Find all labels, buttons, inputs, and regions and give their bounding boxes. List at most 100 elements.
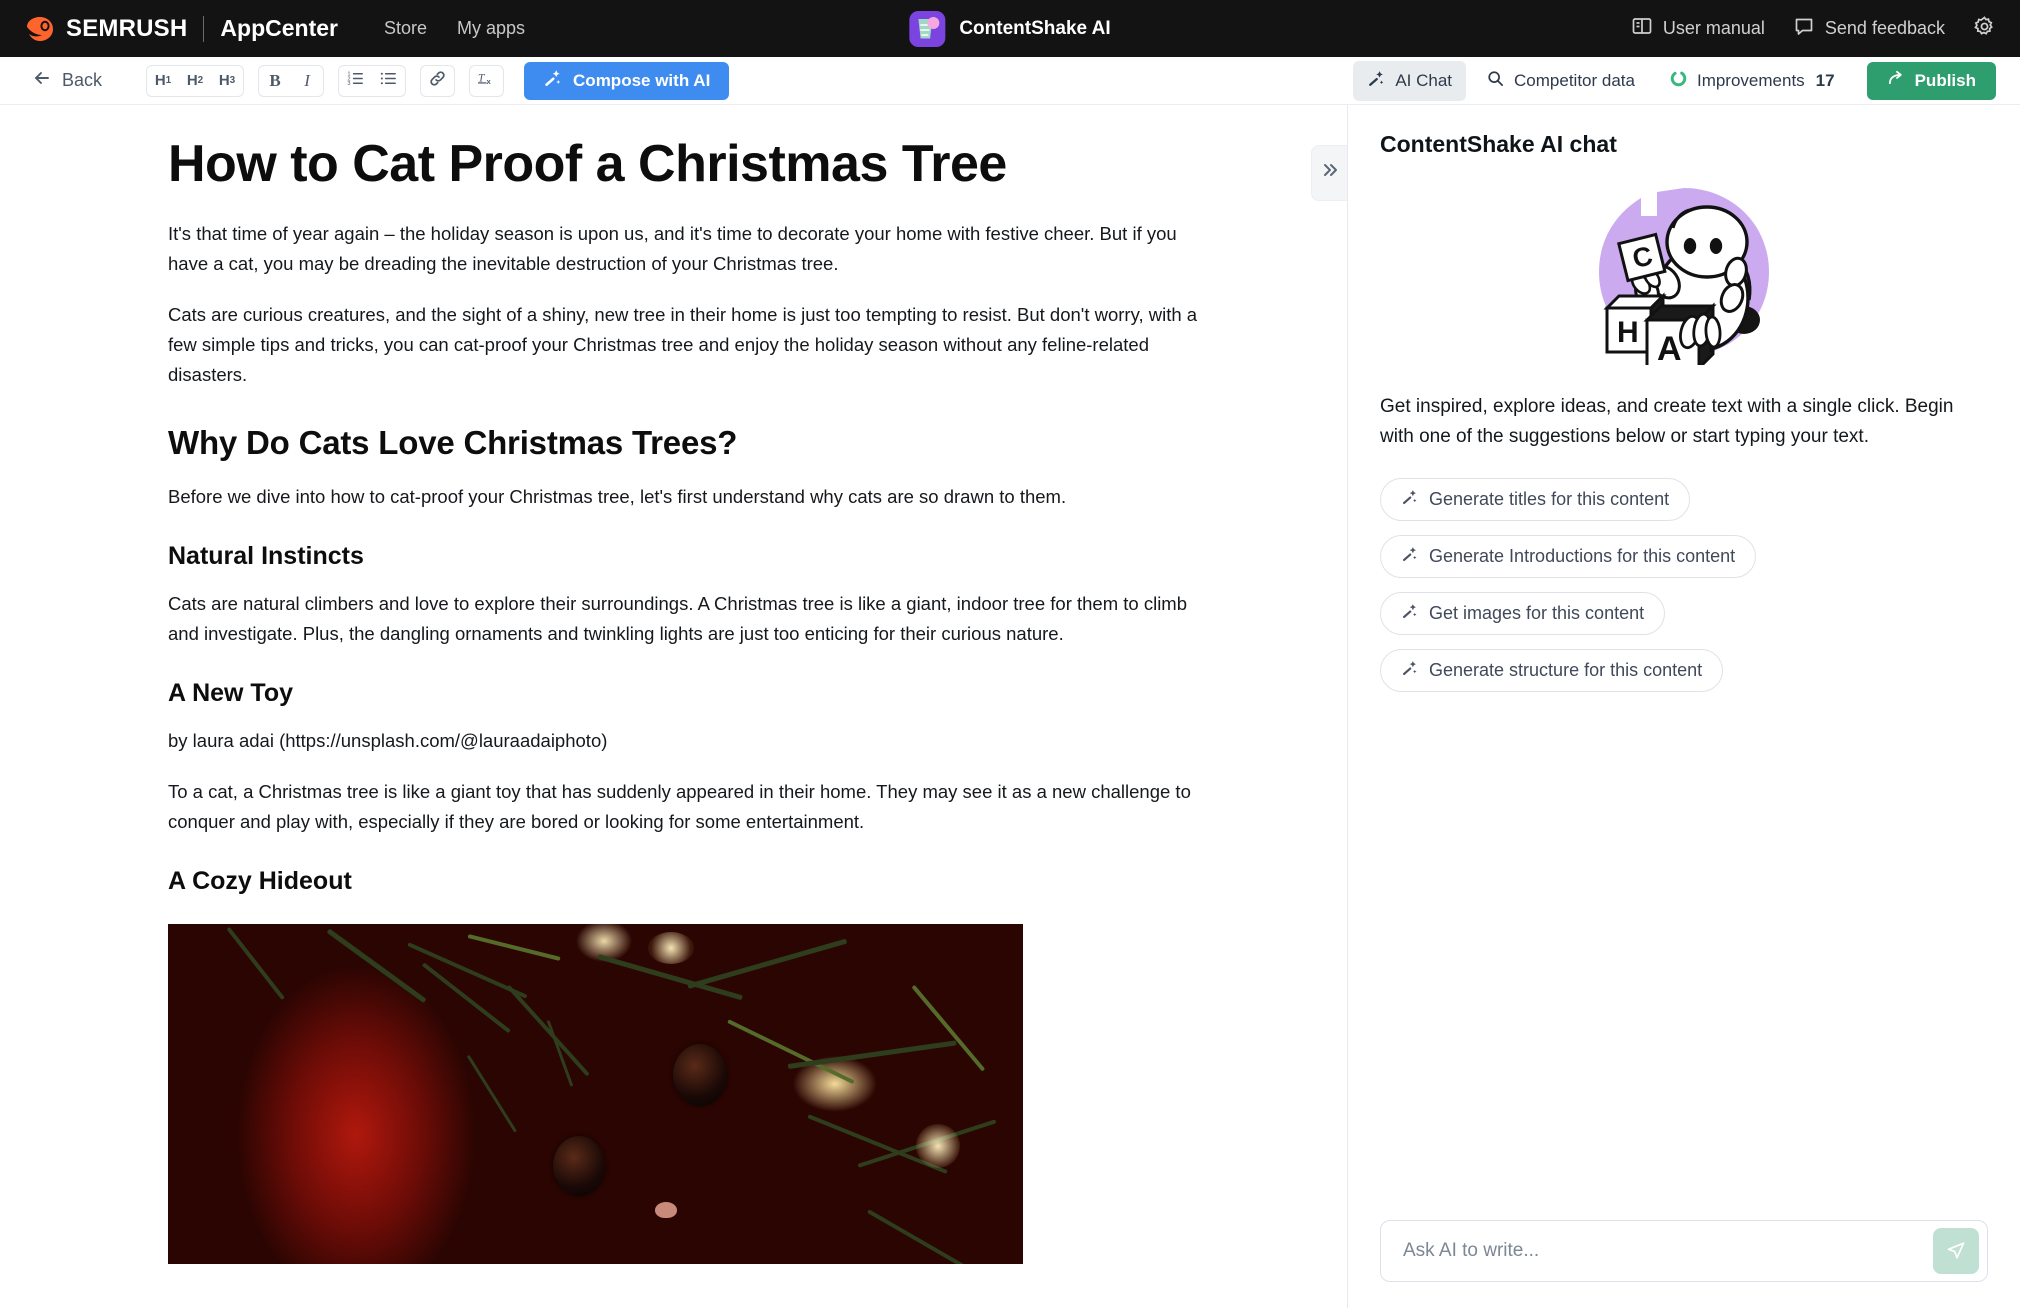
chat-input-container[interactable] (1380, 1220, 1988, 1282)
chat-panel-title: ContentShake AI chat (1380, 131, 1617, 157)
document-image[interactable] (168, 923, 1023, 1264)
list-buttons-group: 1 2 3 (338, 64, 407, 97)
bold-button[interactable]: B (259, 66, 291, 96)
bullet-list-button[interactable] (372, 66, 405, 96)
toolbar-right-actions: AI Chat Competitor data Improvements 17 (1353, 60, 1996, 101)
svg-text:3: 3 (347, 81, 350, 87)
text-style-group: B I (258, 64, 325, 97)
competitor-data-tab[interactable]: Competitor data (1472, 61, 1649, 101)
back-button[interactable]: Back (24, 64, 110, 97)
cat-nose (655, 1201, 677, 1218)
improvements-tab[interactable]: Improvements 17 (1655, 61, 1849, 101)
paragraph[interactable]: Cats are curious creatures, and the sigh… (168, 300, 1208, 390)
semrush-logo[interactable]: SEMRUSH (24, 13, 187, 45)
compose-with-ai-label: Compose with AI (573, 70, 711, 90)
subsection-heading[interactable]: A Cozy Hideout (168, 867, 1208, 896)
brand-divider (203, 15, 205, 42)
subsection-heading[interactable]: A New Toy (168, 679, 1208, 708)
suggestion-label: Generate structure for this content (1429, 659, 1703, 680)
chat-input[interactable] (1403, 1240, 1933, 1262)
suggestion-generate-introductions[interactable]: Generate Introductions for this content (1380, 534, 1757, 578)
cat-eye-left (553, 1135, 605, 1196)
robot-illustration-wrapper: C H A I (1380, 174, 1988, 392)
chevron-double-right-icon (1320, 160, 1340, 186)
page-title[interactable]: How to Cat Proof a Christmas Tree (168, 135, 1208, 193)
send-message-button[interactable] (1933, 1228, 1979, 1274)
heading-1-button[interactable]: H1 (147, 66, 179, 96)
link-button[interactable] (421, 66, 454, 96)
chat-panel-footer (1348, 1200, 2020, 1308)
collapse-chat-panel-button[interactable] (1311, 145, 1347, 201)
h1-letter: H (154, 72, 166, 89)
bold-label: B (269, 70, 281, 90)
send-feedback-label: Send feedback (1824, 18, 1945, 38)
light-bokeh (648, 931, 694, 964)
paragraph[interactable]: To a cat, a Christmas tree is like a gia… (168, 777, 1208, 837)
compose-with-ai-button[interactable]: Compose with AI (524, 61, 730, 100)
user-manual-label: User manual (1662, 18, 1765, 38)
chat-panel-header: ContentShake AI chat (1348, 105, 2020, 166)
send-feedback-button[interactable]: Send feedback (1793, 15, 1945, 42)
svg-text:A: A (1657, 330, 1682, 365)
improvements-label: Improvements (1696, 70, 1805, 90)
h1-sub: 1 (165, 75, 172, 86)
italic-button[interactable]: I (291, 66, 323, 96)
publish-button[interactable]: Publish (1866, 61, 1996, 100)
h2-letter: H (186, 72, 198, 89)
arrow-left-icon (32, 68, 52, 93)
subsection-heading[interactable]: Natural Instincts (168, 542, 1208, 571)
light-bokeh (916, 1123, 960, 1168)
ordered-list-icon: 1 2 3 (346, 69, 365, 92)
ai-chat-tab[interactable]: AI Chat (1353, 60, 1467, 101)
book-icon (1631, 15, 1653, 42)
chat-description: Get inspired, explore ideas, and create … (1380, 396, 1954, 447)
publish-label: Publish (1914, 70, 1976, 90)
magic-wand-icon (543, 68, 563, 93)
document-editor-pane[interactable]: How to Cat Proof a Christmas Tree It's t… (0, 105, 1347, 1308)
h2-sub: 2 (197, 75, 204, 86)
app-title-text: ContentShake AI (959, 17, 1111, 39)
heading-3-button[interactable]: H3 (211, 66, 243, 96)
chat-suggestions-list: Generate titles for this content Generat… (1380, 477, 1988, 692)
heading-2-button[interactable]: H2 (179, 66, 211, 96)
suggestion-get-images[interactable]: Get images for this content (1380, 591, 1666, 635)
semrush-flame-icon (24, 13, 56, 45)
pine-needles-overlay (168, 924, 1023, 1264)
image-credit[interactable]: by laura adai (https://unsplash.com/@lau… (168, 726, 1208, 756)
suggestion-generate-titles[interactable]: Generate titles for this content (1380, 477, 1691, 521)
main-content-area: How to Cat Proof a Christmas Tree It's t… (0, 105, 2020, 1308)
improvements-count: 17 (1815, 70, 1835, 90)
document-body[interactable]: How to Cat Proof a Christmas Tree It's t… (168, 135, 1208, 1264)
paragraph[interactable]: Cats are natural climbers and love to ex… (168, 589, 1208, 649)
bullet-list-icon (379, 69, 398, 92)
brand-area: SEMRUSH AppCenter (24, 13, 338, 45)
top-nav-right-actions: User manual Send feedback (1631, 15, 1996, 43)
ordered-list-button[interactable]: 1 2 3 (339, 66, 372, 96)
top-navigation-bar: SEMRUSH AppCenter Store My apps ContentS… (0, 0, 2020, 57)
comment-icon (1793, 15, 1815, 42)
ai-chat-label: AI Chat (1395, 70, 1453, 90)
section-heading[interactable]: Why Do Cats Love Christmas Trees? (168, 424, 1208, 462)
cat-eye-right (673, 1043, 727, 1106)
heading-buttons-group: H1 H2 H3 (146, 64, 245, 97)
paragraph[interactable]: It's that time of year again – the holid… (168, 219, 1208, 279)
current-app-title: ContentShake AI (909, 10, 1111, 47)
user-manual-button[interactable]: User manual (1631, 15, 1765, 42)
suggestion-label: Generate titles for this content (1429, 488, 1670, 509)
paragraph[interactable]: Before we dive into how to cat-proof you… (168, 482, 1208, 512)
magic-wand-icon (1367, 69, 1386, 93)
svg-text:H: H (1617, 316, 1639, 349)
magic-wand-icon (1401, 545, 1419, 568)
settings-button[interactable] (1973, 15, 1996, 43)
search-icon (1486, 69, 1505, 93)
contentshake-app-icon (909, 10, 946, 47)
clear-formatting-button[interactable]: T x (470, 66, 503, 96)
nav-link-store[interactable]: Store (384, 18, 427, 39)
clear-formatting-icon: T x (477, 69, 496, 92)
nav-link-my-apps[interactable]: My apps (457, 18, 525, 39)
gear-icon (1973, 15, 1996, 43)
suggestion-label: Get images for this content (1429, 602, 1645, 623)
back-label: Back (62, 70, 103, 90)
suggestion-generate-structure[interactable]: Generate structure for this content (1380, 648, 1724, 692)
appcenter-label[interactable]: AppCenter (220, 15, 338, 42)
